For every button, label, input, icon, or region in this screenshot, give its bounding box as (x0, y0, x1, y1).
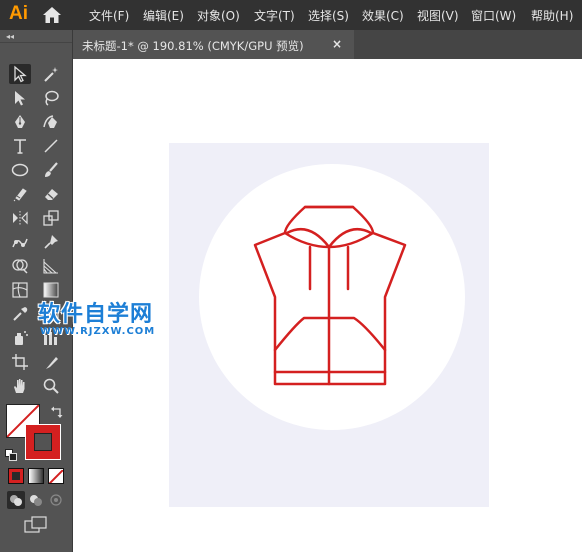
default-colors-icon[interactable] (5, 446, 17, 461)
eyedropper-tool-icon[interactable] (9, 304, 31, 324)
magic-wand-tool-icon[interactable] (40, 64, 62, 84)
swap-fill-stroke-icon[interactable] (50, 404, 64, 418)
pen-tool-icon[interactable] (9, 112, 31, 132)
perspective-grid-tool-icon[interactable] (40, 256, 62, 276)
eraser-tool-icon[interactable] (40, 184, 62, 204)
selection-tool-icon[interactable] (9, 64, 31, 84)
reflect-tool-icon[interactable] (9, 208, 31, 228)
hand-tool-icon[interactable] (9, 376, 31, 396)
color-mode-icon[interactable] (8, 468, 24, 484)
menu-bar: Ai 文件(F) 编辑(E) 对象(O) 文字(T) 选择(S) 效果(C) 视… (0, 0, 582, 30)
document-tab-title: 未标题-1* @ 190.81% (CMYK/GPU 预览) (82, 39, 304, 53)
gradient-mode-icon[interactable] (28, 468, 44, 484)
screen-mode-icon[interactable] (24, 516, 48, 534)
app-logo: Ai (9, 3, 28, 24)
paintbrush-tool-icon[interactable] (40, 160, 62, 180)
menu-effect[interactable]: 效果(C) (362, 7, 404, 24)
draw-inside-icon[interactable] (47, 491, 65, 509)
pin-tool-icon[interactable] (40, 232, 62, 252)
close-tab-icon[interactable]: × (332, 37, 342, 51)
curvature-tool-icon[interactable] (40, 112, 62, 132)
watermark-title: 软件自学网 (38, 302, 154, 327)
slice-tool-icon[interactable] (40, 352, 62, 372)
line-segment-tool-icon[interactable] (40, 136, 62, 156)
menu-file[interactable]: 文件(F) (89, 7, 129, 24)
menu-help[interactable]: 帮助(H) (531, 7, 573, 24)
artboard-tool-icon[interactable] (9, 352, 31, 372)
ellipse-tool-icon[interactable] (9, 160, 31, 180)
mesh-tool-icon[interactable] (9, 280, 31, 300)
watermark-url: WWW.RJZXW.COM (40, 326, 156, 337)
draw-normal-icon[interactable] (7, 491, 25, 509)
menu-edit[interactable]: 编辑(E) (143, 7, 184, 24)
puppet-warp-tool-icon[interactable] (9, 232, 31, 252)
menu-view[interactable]: 视图(V) (417, 7, 459, 24)
type-tool-icon[interactable] (9, 136, 31, 156)
home-icon[interactable] (42, 6, 62, 24)
panel-divider (0, 42, 72, 43)
menu-object[interactable]: 对象(O) (197, 7, 240, 24)
artboard[interactable] (169, 143, 489, 507)
stroke-swatch-inner (34, 433, 52, 451)
collapse-panel-icon[interactable]: ◂◂ (6, 32, 14, 41)
scale-tool-icon[interactable] (40, 208, 62, 228)
tools-panel: ◂◂ (0, 30, 73, 552)
white-circle (199, 164, 465, 430)
none-mode-icon[interactable] (48, 468, 64, 484)
shaper-tool-icon[interactable] (9, 184, 31, 204)
zoom-tool-icon[interactable] (40, 376, 62, 396)
symbol-sprayer-tool-icon[interactable] (9, 328, 31, 348)
menu-type[interactable]: 文字(T) (254, 7, 295, 24)
stroke-swatch[interactable] (25, 424, 61, 460)
menu-select[interactable]: 选择(S) (308, 7, 349, 24)
menu-window[interactable]: 窗口(W) (471, 7, 516, 24)
draw-behind-icon[interactable] (27, 491, 45, 509)
document-tab-bar: 未标题-1* @ 190.81% (CMYK/GPU 预览) × (73, 30, 582, 59)
shape-builder-tool-icon[interactable] (9, 256, 31, 276)
direct-selection-tool-icon[interactable] (9, 88, 31, 108)
watermark: 软件自学网 WWW.RJZXW.COM (38, 296, 155, 337)
document-tab[interactable]: 未标题-1* @ 190.81% (CMYK/GPU 预览) × (73, 30, 354, 59)
lasso-tool-icon[interactable] (40, 88, 62, 108)
hoodie-artwork[interactable] (169, 143, 489, 507)
